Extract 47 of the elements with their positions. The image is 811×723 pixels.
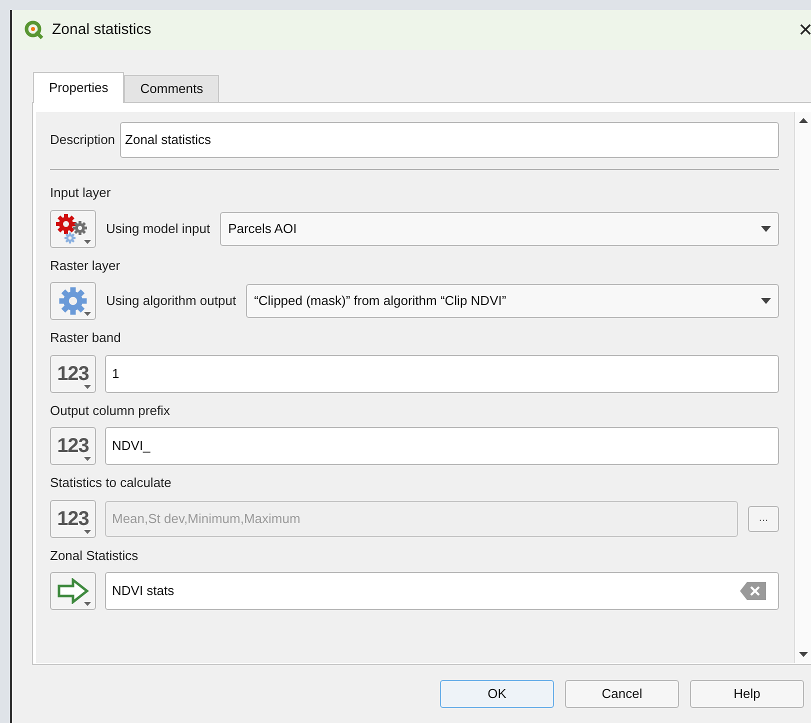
window-title: Zonal statistics bbox=[52, 20, 152, 40]
caret-icon bbox=[84, 312, 91, 316]
parameter-label: Zonal Statistics bbox=[50, 546, 140, 564]
parameter-label: Statistics to calculate bbox=[50, 474, 172, 492]
number-icon: 123 bbox=[57, 436, 89, 456]
layer-dropdown[interactable]: “Clipped (mask)” from algorithm “Clip NDVI” bbox=[246, 284, 779, 318]
scrollbar[interactable] bbox=[794, 112, 811, 663]
parameter-label: Input layer bbox=[50, 184, 112, 202]
dialog-button[interactable]: OK bbox=[440, 680, 554, 708]
app-logo-icon bbox=[24, 20, 44, 40]
dialog-button[interactable]: Help bbox=[690, 680, 804, 708]
browse-button[interactable]: ... bbox=[748, 506, 779, 532]
scroll-down-icon[interactable] bbox=[799, 652, 808, 657]
input-field[interactable]: 1 bbox=[105, 354, 779, 392]
description-field[interactable]: Zonal statistics bbox=[120, 122, 779, 158]
source-button[interactable]: 123 bbox=[50, 500, 96, 538]
layer-dropdown[interactable]: Parcels AOI bbox=[220, 212, 779, 246]
caret-icon bbox=[761, 226, 771, 232]
close-button[interactable]: ✕ bbox=[798, 16, 811, 44]
mode-label: Using model input bbox=[106, 220, 210, 238]
parameter-label: Raster band bbox=[50, 329, 122, 347]
source-button[interactable] bbox=[50, 572, 96, 610]
parameter-label: Raster layer bbox=[50, 256, 122, 275]
source-button[interactable] bbox=[50, 282, 96, 320]
input-field[interactable]: NDVI stats bbox=[105, 572, 779, 610]
number-icon: 123 bbox=[57, 508, 89, 528]
scroll-up-icon[interactable] bbox=[799, 118, 808, 123]
dialog-button[interactable]: Cancel bbox=[565, 680, 679, 708]
number-icon: 123 bbox=[57, 364, 89, 384]
source-button[interactable] bbox=[50, 210, 96, 248]
input-field[interactable]: NDVI_ bbox=[105, 427, 779, 465]
source-button[interactable]: 123 bbox=[50, 354, 96, 392]
mode-label: Using algorithm output bbox=[106, 292, 236, 310]
caret-icon bbox=[761, 298, 771, 304]
tab[interactable]: Comments bbox=[124, 75, 220, 102]
arrow-icon bbox=[57, 578, 89, 604]
gear-icon bbox=[58, 286, 88, 316]
source-button[interactable]: 123 bbox=[50, 427, 96, 465]
caret-icon bbox=[84, 240, 91, 244]
caret-icon bbox=[84, 530, 91, 534]
caret-icon bbox=[84, 384, 91, 388]
tab[interactable]: Properties bbox=[33, 72, 124, 103]
clear-icon[interactable] bbox=[740, 582, 766, 600]
caret-icon bbox=[84, 457, 91, 461]
caret-icon bbox=[84, 602, 91, 606]
parameter-label: Output column prefix bbox=[50, 402, 171, 420]
description-label: Description bbox=[50, 131, 116, 150]
